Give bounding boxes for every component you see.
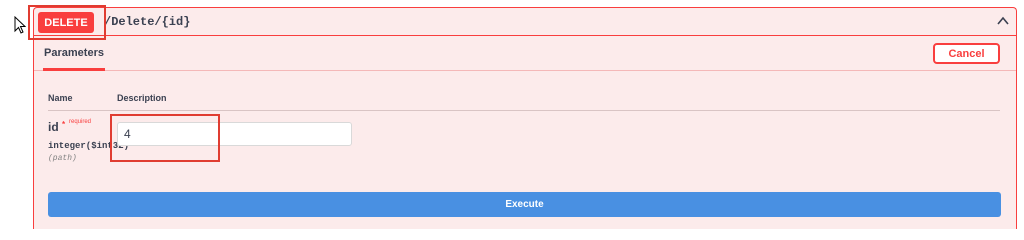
parameters-header: Parameters Cancel xyxy=(34,37,1016,71)
param-location: (path) xyxy=(48,154,77,163)
cancel-button[interactable]: Cancel xyxy=(933,43,1000,64)
table-divider xyxy=(48,110,1000,111)
operation-path: /Delete/{id} xyxy=(104,15,191,29)
method-badge[interactable]: DELETE xyxy=(38,12,94,33)
param-name: id * xyxy=(48,120,65,134)
execute-button[interactable]: Execute xyxy=(48,192,1001,217)
tab-parameters[interactable]: Parameters xyxy=(43,37,105,71)
id-input[interactable] xyxy=(117,122,352,146)
operation-summary[interactable]: DELETE /Delete/{id} xyxy=(34,8,1016,36)
mouse-pointer-icon xyxy=(14,16,26,34)
chevron-up-icon[interactable] xyxy=(996,14,1010,28)
column-header-name: Name xyxy=(48,93,73,103)
column-header-description: Description xyxy=(117,93,167,103)
required-marker: * xyxy=(62,120,66,129)
param-name-label: id xyxy=(48,120,59,134)
delete-operation-block: DELETE /Delete/{id} Parameters Cancel Na… xyxy=(33,7,1017,229)
required-label: required xyxy=(69,119,92,125)
